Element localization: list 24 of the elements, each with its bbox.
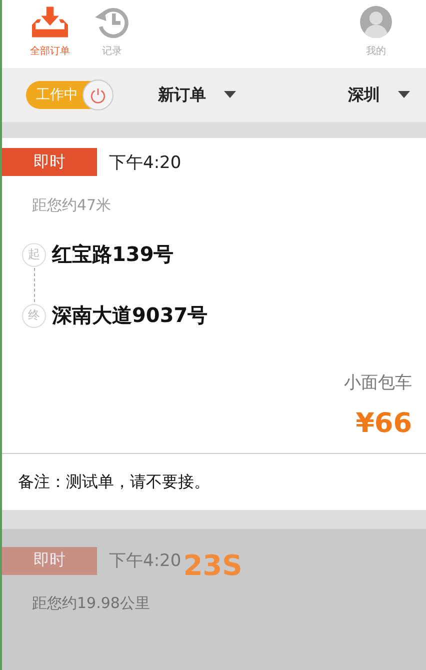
distance-text: 距您约19.98公里 [32, 594, 151, 613]
price: ¥66 [354, 408, 412, 439]
nav-tab[interactable]: 我的 [348, 6, 404, 58]
order-type-tag: 即时 [2, 148, 97, 176]
caret-icon [398, 91, 410, 99]
avatar-icon [358, 6, 394, 38]
countdown: 23S [183, 549, 242, 582]
vehicle-type: 小面包车 [343, 372, 412, 394]
filter-dropdown[interactable]: 深圳 [348, 84, 410, 106]
history-clock-icon [94, 6, 130, 38]
distance-text: 距您约47米 [32, 196, 112, 215]
order-time: 下午4:20 [109, 550, 182, 572]
start-address: 红宝路139号 [52, 241, 174, 268]
end-address: 深南大道9037号 [52, 302, 208, 329]
caret-icon [224, 91, 236, 99]
order-type-tag: 即时 [2, 546, 97, 574]
end-mark: 终 [22, 304, 46, 328]
power-knob-icon [82, 79, 114, 111]
order-time: 下午4:20 [109, 152, 182, 174]
nav-tab[interactable]: 全部订单 [22, 6, 78, 58]
filter-dropdown[interactable]: 新订单 [158, 84, 236, 106]
download-tray-icon [32, 6, 68, 38]
nav-tab[interactable]: 记录 [84, 6, 140, 58]
start-mark: 起 [22, 242, 46, 266]
